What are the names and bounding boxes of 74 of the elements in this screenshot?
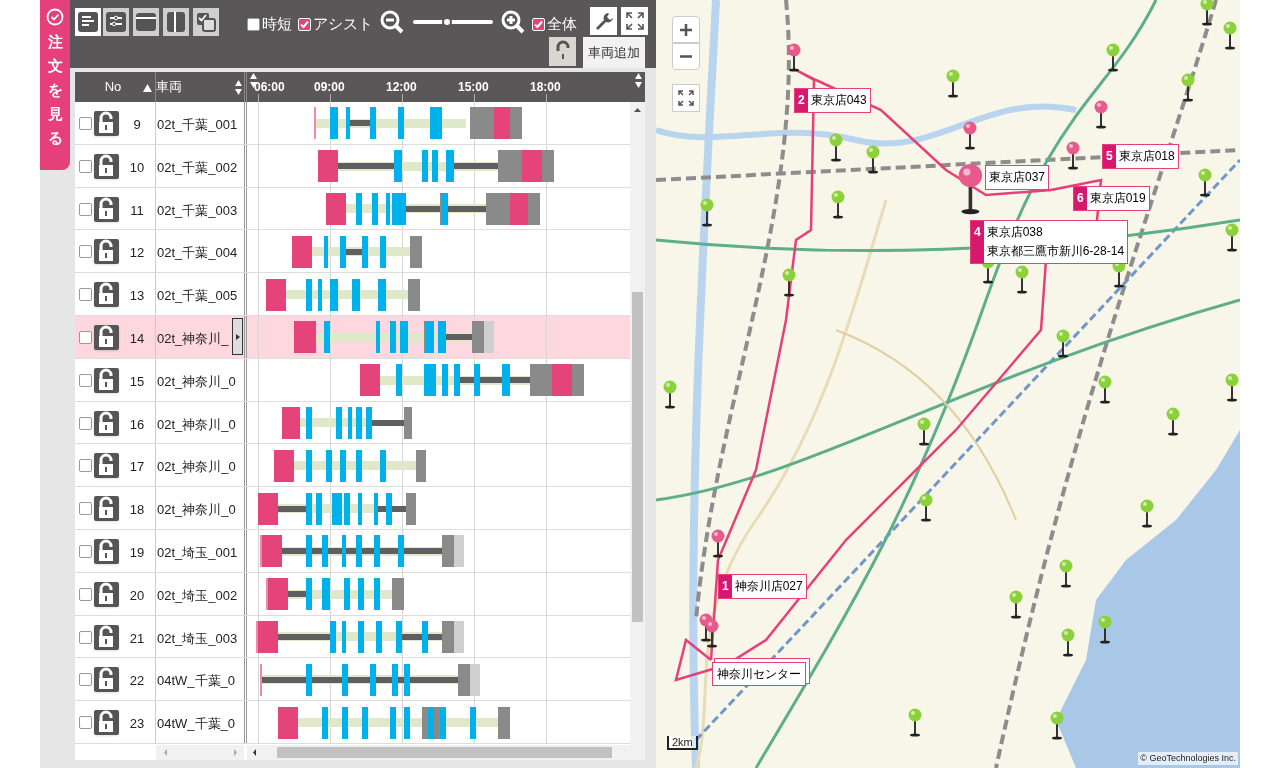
vehicle-name: 02t_千葉_005 xyxy=(157,287,238,306)
row-number: 18 xyxy=(128,501,146,520)
time-label: 12:00 xyxy=(386,79,417,96)
table-row[interactable]: 9 02t_千葉_001 xyxy=(75,102,630,145)
row-number: 22 xyxy=(128,672,146,691)
row-number: 9 xyxy=(132,116,142,134)
table-row[interactable]: 16 02t_神奈川_0 xyxy=(75,401,630,445)
stop-label[interactable]: 4 東京店038 東京都三鷹市新川6-28-14 xyxy=(970,220,1129,264)
row-number: 17 xyxy=(128,458,146,477)
vehicle-name: 04tW_千葉_0 xyxy=(157,715,236,734)
orders-tab[interactable]: 注文を見る xyxy=(40,0,70,170)
row-number: 20 xyxy=(128,586,146,605)
vehicle-name: 02t_千葉_002 xyxy=(157,158,238,177)
column-header[interactable]: No xyxy=(99,72,127,102)
vehicle-name: 02t_千葉_001 xyxy=(157,116,238,134)
stop-number: 6 xyxy=(1074,187,1087,210)
table-row[interactable]: 21 02t_埼玉_003 xyxy=(75,615,630,659)
row-number: 13 xyxy=(128,287,146,306)
stop-label[interactable]: 5 東京店018 xyxy=(1102,144,1179,169)
option-label: アシスト xyxy=(313,14,373,34)
table-row[interactable]: 18 02t_神奈川_0 xyxy=(75,487,630,530)
stop-name: 東京店019 xyxy=(1089,190,1146,207)
row-number: 15 xyxy=(128,372,146,391)
time-label: 18:00 xyxy=(530,79,561,96)
vehicle-name: 02t_神奈川_0 xyxy=(157,501,236,520)
vehicle-name: 02t_神奈川_0 xyxy=(157,458,236,477)
table-row[interactable]: 11 02t_千葉_003 xyxy=(75,187,630,231)
table-row[interactable]: 17 02t_神奈川_0 xyxy=(75,444,630,488)
stop-name: 東京店018 xyxy=(1118,148,1175,165)
stop-label[interactable]: 2 東京店043 xyxy=(794,88,871,113)
table-row[interactable]: 15 02t_神奈川_0 xyxy=(75,358,630,402)
vehicle-name: 02t_神奈川_ xyxy=(157,330,229,348)
vehicle-name: 02t_埼玉_001 xyxy=(157,544,238,562)
row-number: 23 xyxy=(128,715,146,734)
option-label: 全体 xyxy=(547,14,577,34)
table-row[interactable]: 20 02t_埼玉_002 xyxy=(75,572,630,616)
vehicle-name: 02t_千葉_004 xyxy=(157,244,238,263)
stop-name: 神奈川店027 xyxy=(734,578,803,595)
table-row[interactable]: 13 02t_千葉_005 xyxy=(75,273,630,316)
stop-address: 東京都三鷹市新川6-28-14 xyxy=(986,243,1125,260)
vehicle-name: 02t_神奈川_0 xyxy=(157,372,236,391)
add-vehicle-tab[interactable]: 車両追加 xyxy=(583,37,645,68)
row-number: 10 xyxy=(128,158,146,177)
table-row[interactable]: 14 02t_神奈川_ xyxy=(75,316,630,359)
row-number: 16 xyxy=(128,415,146,434)
table-row[interactable]: 10 02t_千葉_002 xyxy=(75,144,630,188)
vehicle-name: 02t_神奈川_0 xyxy=(157,415,236,434)
time-label: 15:00 xyxy=(458,79,489,96)
stop-number: 2 xyxy=(795,89,808,112)
vehicle-name: 04tW_千葉_0 xyxy=(157,672,236,691)
row-number: 11 xyxy=(129,201,145,220)
table-row[interactable]: 22 04tW_千葉_0 xyxy=(75,658,630,702)
table-row[interactable]: 12 02t_千葉_004 xyxy=(75,230,630,274)
time-label: 06:00 xyxy=(254,79,285,96)
stop-number: 1 xyxy=(719,575,732,598)
option-label: 時短 xyxy=(262,14,292,34)
row-number: 12 xyxy=(128,244,146,263)
stop-label[interactable]: 1 神奈川店027 xyxy=(718,574,807,599)
time-label: 09:00 xyxy=(314,79,345,96)
table-row[interactable]: 23 04tW_千葉_0 xyxy=(75,701,630,744)
stop-number: 5 xyxy=(1103,145,1116,168)
vehicle-name: 02t_千葉_003 xyxy=(157,201,238,220)
table-row[interactable]: 19 02t_埼玉_001 xyxy=(75,530,630,573)
stop-name: 東京店038 xyxy=(986,224,1044,241)
vehicle-name: 02t_埼玉_003 xyxy=(157,629,238,648)
column-header[interactable]: 車両 xyxy=(156,72,226,102)
stop-label[interactable]: 6 東京店019 xyxy=(1073,186,1150,211)
row-number: 21 xyxy=(128,629,146,648)
scale-bar: 2km xyxy=(667,736,698,750)
row-number: 14 xyxy=(128,330,146,348)
stop-name: 東京店043 xyxy=(810,92,867,109)
row-number: 19 xyxy=(128,544,146,562)
vehicle-name: 02t_埼玉_002 xyxy=(157,586,238,605)
stop-number: 4 xyxy=(971,221,984,263)
